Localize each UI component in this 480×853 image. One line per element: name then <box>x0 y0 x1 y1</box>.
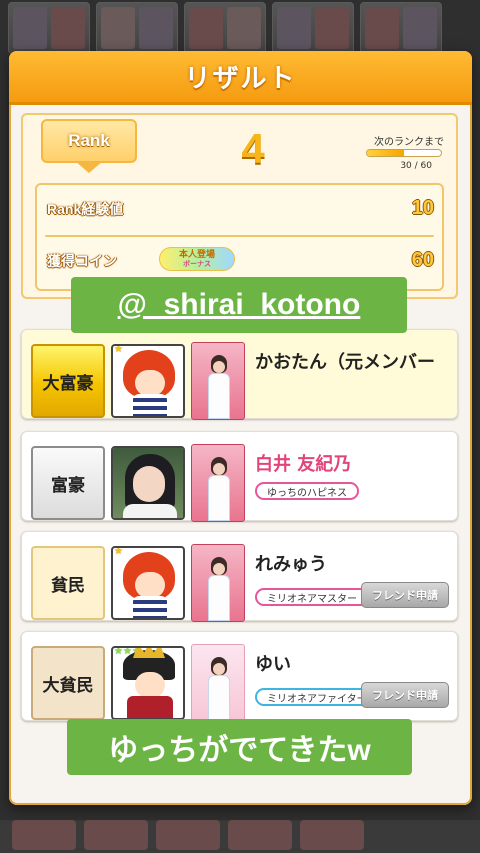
rank-title-badge: 大富豪 <box>31 344 105 418</box>
rank-title-badge: 貧民 <box>31 546 105 620</box>
star-icon: ★ <box>114 344 123 355</box>
player-avatar[interactable]: ★★★ <box>111 646 185 720</box>
dialog-title: リザルト <box>184 63 297 93</box>
friend-request-button[interactable]: フレンド申請 <box>361 582 449 608</box>
background-tile <box>8 2 90 54</box>
ranking-row: 富豪 白井 友紀乃 ゆっちのハピネス <box>21 431 458 522</box>
rank-stats-panel: Rank 4 次のランクまで 30 / 60 Rank経験値 10 獲得コイン … <box>21 113 458 299</box>
bonus-line-1: 本人登場 <box>178 249 215 260</box>
member-card[interactable] <box>191 342 245 420</box>
player-avatar[interactable]: ★ <box>111 546 185 620</box>
background-tile <box>184 2 266 54</box>
rank-title-badge: 大貧民 <box>31 646 105 720</box>
ranking-row: 大貧民 ★★★ ゆい ミリオネアファイター フレンド申請 <box>21 631 458 722</box>
reward-divider <box>45 235 434 237</box>
bonus-line-2: ボーナス <box>183 259 211 268</box>
player-avatar[interactable]: ★ <box>111 344 185 418</box>
next-rank-progress-bar <box>366 149 442 157</box>
player-name: 白井 友紀乃 <box>255 454 352 475</box>
player-name: ゆい <box>255 654 291 675</box>
rank-badge: Rank <box>41 119 137 173</box>
next-rank-progress-text: 30 / 60 <box>400 161 432 171</box>
bonus-badge: 本人登場 ボーナス <box>159 247 235 271</box>
rank-badge-label: Rank <box>68 131 110 150</box>
dialog-header: リザルト <box>9 51 472 105</box>
exp-label: Rank経験値 <box>47 201 124 217</box>
overlay-handle-tag[interactable]: @_shirai_kotono <box>71 277 407 333</box>
player-name: かおたん（元メンバー <box>255 352 435 373</box>
next-rank-label: 次のランクまで <box>374 137 444 148</box>
member-card[interactable] <box>191 644 245 722</box>
friend-request-button[interactable]: フレンド申請 <box>361 682 449 708</box>
overlay-caption: ゆっちがでてきたw <box>67 719 412 775</box>
rank-value: 4 <box>241 125 265 172</box>
background-row <box>0 2 480 54</box>
member-card[interactable] <box>191 444 245 522</box>
player-name: れみゅう <box>255 554 327 575</box>
ranking-row: 貧民 ★ れみゅう ミリオネアマスター フレンド申請 <box>21 531 458 622</box>
result-dialog: リザルト Rank 4 次のランクまで 30 / 60 Rank経験値 10 獲… <box>9 51 472 805</box>
player-tag: ゆっちのハピネス <box>255 482 359 500</box>
member-card[interactable] <box>191 544 245 622</box>
background-tile <box>96 2 178 54</box>
background-bottom-strip <box>0 820 480 853</box>
background-tile <box>360 2 442 54</box>
background-tile <box>272 2 354 54</box>
rank-title-badge: 富豪 <box>31 446 105 520</box>
coin-label: 獲得コイン <box>47 253 117 269</box>
player-avatar[interactable] <box>111 446 185 520</box>
reward-box: Rank経験値 10 獲得コイン 本人登場 ボーナス 60 <box>35 183 444 291</box>
star-icon: ★ <box>114 546 123 557</box>
next-rank-progress-fill <box>367 150 404 156</box>
ranking-row: 大富豪 ★ かおたん（元メンバー <box>21 329 458 420</box>
player-tag: ミリオネアマスター <box>255 588 369 606</box>
coin-value: 60 <box>411 249 434 271</box>
overlay-handle-text: @_shirai_kotono <box>117 288 361 321</box>
exp-value: 10 <box>411 197 434 219</box>
